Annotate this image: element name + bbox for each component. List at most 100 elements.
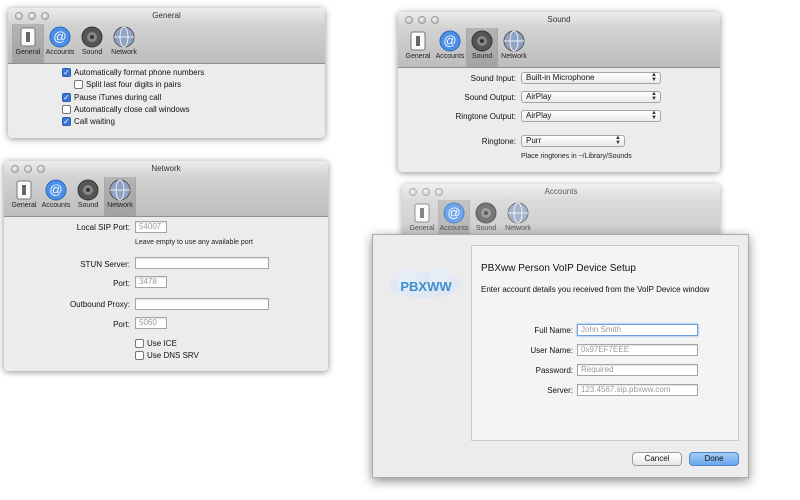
checkbox-box[interactable]	[135, 351, 144, 360]
sheet-subheading: Enter account details you received from …	[481, 285, 710, 294]
tab-network[interactable]: Network	[104, 177, 136, 216]
checkbox-box[interactable]: ✓	[62, 68, 71, 77]
updown-arrows-icon: ▲ ▼	[615, 135, 621, 146]
switch-icon	[410, 31, 426, 50]
checkbox-label: Automatically format phone numbers	[74, 68, 205, 77]
updown-arrows-icon: ▲ ▼	[651, 110, 657, 121]
general-option-checkbox[interactable]: ✓ Call waiting	[62, 117, 115, 126]
outbound-proxy-field[interactable]	[135, 298, 269, 310]
tab-label: Network	[505, 225, 531, 232]
zoom-icon[interactable]	[435, 188, 443, 196]
tab-label: Accounts	[439, 225, 469, 232]
outbound-proxy-label: Outbound Proxy:	[69, 300, 130, 309]
checkbox-box[interactable]	[74, 80, 83, 89]
tab-label: General	[405, 53, 431, 60]
tab-accounts[interactable]: @ Accounts	[40, 177, 72, 216]
minimize-icon[interactable]	[418, 16, 426, 24]
network-titlebar: Network	[4, 161, 328, 177]
tab-general[interactable]: General	[8, 177, 40, 216]
ringtone-output-popup[interactable]: AirPlay ▲ ▼	[521, 110, 661, 122]
tab-accounts[interactable]: @ Accounts	[434, 28, 466, 67]
user-name-field[interactable]: 0x97EF7EEE	[577, 344, 698, 356]
sound-input-label: Sound Input:	[470, 74, 516, 83]
stun-port-field[interactable]: 3478	[135, 276, 167, 288]
tab-network[interactable]: Network	[498, 28, 530, 67]
tab-network[interactable]: Network	[108, 24, 140, 63]
stun-server-field[interactable]	[135, 257, 269, 269]
updown-arrows-icon: ▲ ▼	[651, 72, 657, 83]
general-option-checkbox[interactable]: Automatically close call windows	[62, 105, 190, 114]
checkbox-box[interactable]	[62, 105, 71, 114]
full-name-label: Full Name:	[534, 326, 573, 335]
speaker-icon	[81, 26, 103, 47]
minimize-icon[interactable]	[422, 188, 430, 196]
globe-icon	[507, 202, 529, 223]
checkbox-label: Call waiting	[74, 117, 115, 126]
at-sign-icon: @	[439, 30, 461, 51]
sound-output-label: Sound Output:	[464, 93, 516, 102]
checkbox-label: Pause iTunes during call	[74, 93, 162, 102]
use-ice-checkbox[interactable]: Use ICE	[135, 339, 177, 348]
close-icon[interactable]	[405, 16, 413, 24]
checkbox-label: Use DNS SRV	[147, 351, 199, 360]
close-icon[interactable]	[15, 12, 23, 20]
zoom-icon[interactable]	[37, 165, 45, 173]
tab-label: Accounts	[45, 49, 75, 56]
sheet-heading: PBXww Person VoIP Device Setup	[481, 263, 636, 274]
pbxww-logo: PBXWW	[387, 265, 465, 301]
switch-icon	[16, 180, 32, 199]
checkbox-box[interactable]	[135, 339, 144, 348]
done-button[interactable]: Done	[689, 452, 739, 466]
tab-label: Sound	[81, 49, 103, 56]
password-field[interactable]: Required	[577, 364, 698, 376]
speaker-icon	[471, 30, 493, 51]
sound-input-popup[interactable]: Built-in Microphone ▲ ▼	[521, 72, 661, 84]
sound-titlebar: Sound	[398, 12, 720, 28]
general-window: General General @ Accounts Sound Network …	[8, 8, 325, 138]
close-icon[interactable]	[409, 188, 417, 196]
tab-label: Network	[107, 202, 133, 209]
tab-general[interactable]: General	[12, 24, 44, 63]
popup-value: AirPlay	[526, 92, 552, 101]
tab-label: Network	[501, 53, 527, 60]
zoom-icon[interactable]	[41, 12, 49, 20]
checkbox-label: Split last four digits in pairs	[86, 80, 182, 89]
tab-sound[interactable]: Sound	[76, 24, 108, 63]
sound-output-popup[interactable]: AirPlay ▲ ▼	[521, 91, 661, 103]
tab-general[interactable]: General	[402, 28, 434, 67]
general-titlebar: General	[8, 8, 325, 24]
minimize-icon[interactable]	[28, 12, 36, 20]
tab-label: Accounts	[41, 202, 71, 209]
tab-sound[interactable]: Sound	[72, 177, 104, 216]
ringtone-popup[interactable]: Purr ▲ ▼	[521, 135, 625, 147]
switch-icon	[414, 203, 430, 222]
checkbox-box[interactable]: ✓	[62, 93, 71, 102]
at-sign-icon: @	[443, 202, 465, 223]
use-dns-srv-checkbox[interactable]: Use DNS SRV	[135, 351, 199, 360]
svg-text:@: @	[49, 182, 62, 197]
minimize-icon[interactable]	[24, 165, 32, 173]
tab-label: Sound	[471, 53, 493, 60]
window-title: Network	[151, 164, 181, 173]
checkbox-box[interactable]: ✓	[62, 117, 71, 126]
speaker-icon	[77, 179, 99, 200]
globe-icon	[109, 179, 131, 200]
close-icon[interactable]	[11, 165, 19, 173]
tab-sound[interactable]: Sound	[466, 28, 498, 67]
tab-accounts[interactable]: @ Accounts	[44, 24, 76, 63]
zoom-icon[interactable]	[431, 16, 439, 24]
svg-text:@: @	[447, 205, 460, 220]
server-field[interactable]: 123.4567.sip.pbxww.com	[577, 384, 698, 396]
proxy-port-field[interactable]: 5060	[135, 317, 167, 329]
general-option-checkbox[interactable]: ✓ Pause iTunes during call	[62, 93, 161, 102]
at-sign-icon: @	[49, 26, 71, 47]
checkbox-label: Automatically close call windows	[74, 105, 190, 114]
general-option-checkbox[interactable]: ✓ Automatically format phone numbers	[62, 68, 204, 77]
cancel-button[interactable]: Cancel	[632, 452, 682, 466]
sip-port-field[interactable]: 54007	[135, 221, 167, 233]
full-name-field[interactable]: John Smith	[577, 324, 698, 336]
sip-port-label: Local SIP Port:	[76, 223, 130, 232]
proxy-port-label: Port:	[113, 320, 130, 329]
network-toolbar: General @ Accounts Sound Network	[4, 177, 328, 217]
general-option-checkbox[interactable]: Split last four digits in pairs	[74, 80, 181, 89]
